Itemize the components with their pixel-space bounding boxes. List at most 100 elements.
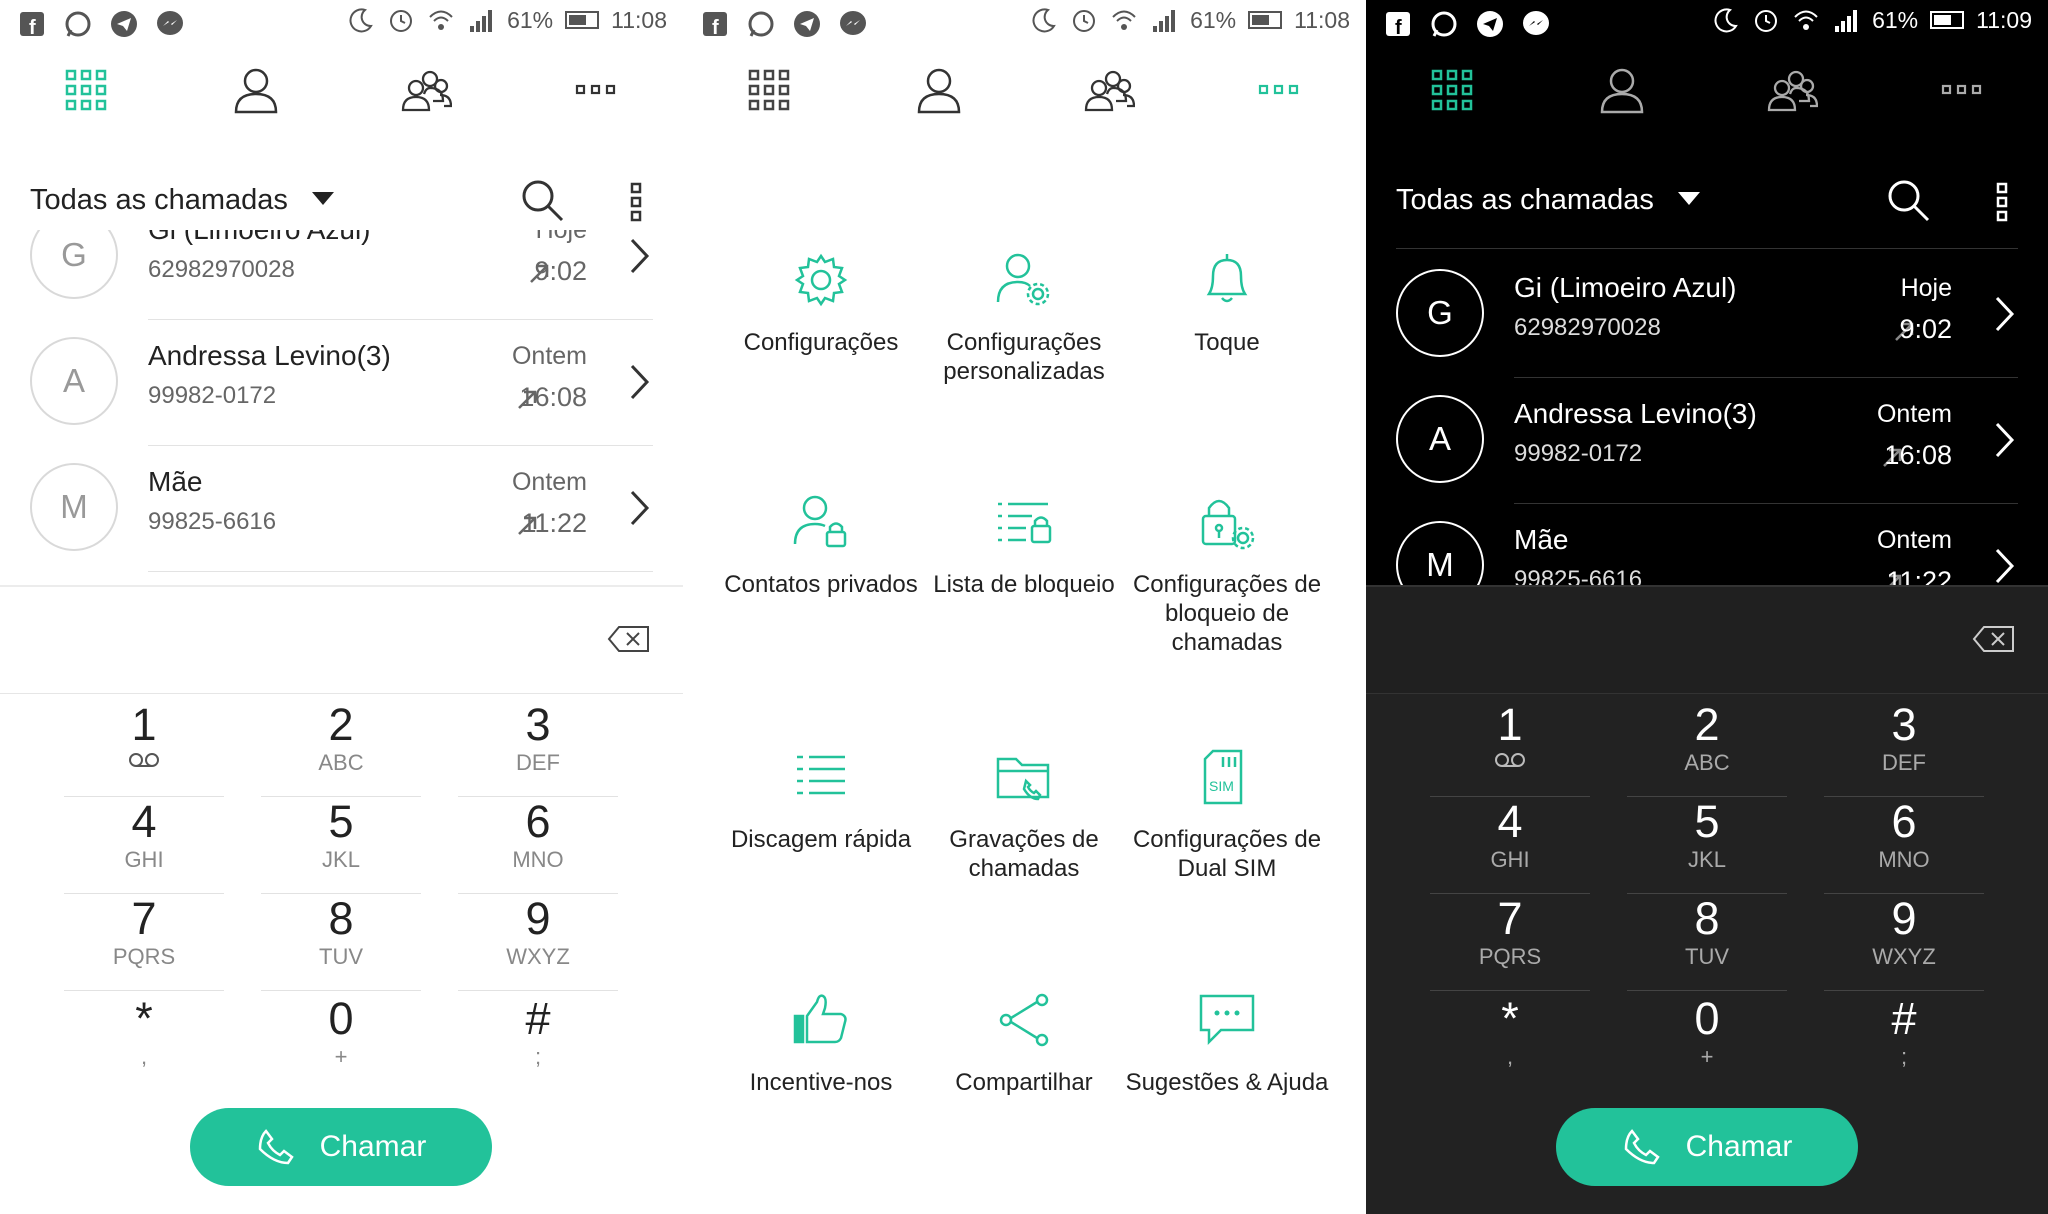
voicemail-icon [129, 753, 159, 767]
search-icon[interactable] [518, 176, 566, 224]
key-4[interactable]: 4 GHI [1430, 797, 1590, 894]
tab-dialer[interactable] [56, 60, 116, 120]
key-9[interactable]: 9 WXYZ [1824, 894, 1984, 991]
contact-number: 62982970028 [1514, 314, 1661, 341]
key-digit: 2 [328, 699, 354, 750]
menu-item-custom-settings[interactable]: Configurações personalizadas [914, 248, 1134, 386]
key-3[interactable]: 3 DEF [458, 700, 618, 797]
key-1[interactable]: 1 [64, 700, 224, 797]
key-divider [458, 990, 618, 991]
call-time: 9:02 [534, 256, 587, 286]
chevron-right-icon[interactable] [627, 488, 653, 528]
overflow-menu-icon[interactable] [626, 180, 646, 224]
menu-item-settings[interactable]: Configurações [711, 248, 931, 357]
key-5[interactable]: 5 JKL [261, 797, 421, 894]
key-hash[interactable]: #; [1824, 994, 1984, 1091]
calls-filter-label[interactable]: Todas as chamadas [1396, 184, 1654, 217]
chevron-right-icon[interactable] [1992, 420, 2018, 460]
backspace-icon[interactable] [607, 625, 651, 653]
call-button-label: Chamar [319, 1130, 427, 1163]
call-button[interactable]: Chamar [190, 1108, 492, 1186]
menu-item-share[interactable]: Compartilhar [914, 988, 1134, 1097]
key-5[interactable]: 5 JKL [1627, 797, 1787, 894]
tab-more[interactable] [1932, 60, 1992, 120]
svg-text:f: f [29, 17, 36, 38]
chevron-right-icon[interactable] [627, 362, 653, 402]
key-7[interactable]: 7 PQRS [64, 894, 224, 991]
tab-dialer[interactable] [1422, 60, 1482, 120]
more-dots-icon [1941, 84, 1982, 95]
calls-filter-label[interactable]: Todas as chamadas [30, 184, 288, 217]
menu-item-dual-sim[interactable]: SIM Configurações de Dual SIM [1117, 745, 1337, 883]
call-time: 16:08 [1884, 440, 1952, 470]
chevron-right-icon[interactable] [1992, 546, 2018, 585]
key-digit: 5 [1694, 796, 1720, 847]
calls-header: Todas as chamadas [30, 176, 663, 226]
key-2[interactable]: 2 ABC [261, 700, 421, 797]
dial-input-field[interactable] [0, 585, 683, 694]
menu-item-block-list[interactable]: Lista de bloqueio [914, 490, 1134, 599]
call-log-row[interactable]: M Mãe 99825-6616 Ontem 11:22 [1396, 504, 2018, 585]
key-6[interactable]: 6 MNO [1824, 797, 1984, 894]
tab-contacts[interactable] [1592, 60, 1652, 120]
menu-item-help[interactable]: Sugestões & Ajuda [1117, 988, 1337, 1097]
dial-input-field[interactable] [1366, 585, 2048, 694]
tab-groups[interactable] [1762, 60, 1822, 120]
key-digit: 9 [1891, 893, 1917, 944]
tab-contacts[interactable] [226, 60, 286, 120]
chevron-right-icon[interactable] [1992, 294, 2018, 334]
tab-groups[interactable] [396, 60, 456, 120]
contact-number: 99825-6616 [148, 508, 277, 535]
call-log-row[interactable]: M Mãe 99825-6616 Ontem 11:22 [30, 446, 653, 572]
key-1[interactable]: 1 [1430, 700, 1590, 797]
menu-label: Configurações [743, 329, 899, 356]
call-log-row[interactable]: A Andressa Levino(3) 99982-0172 Ontem 16… [30, 320, 653, 446]
call-button[interactable]: Chamar [1556, 1108, 1858, 1186]
key-2[interactable]: 2 ABC [1627, 700, 1787, 797]
dropdown-caret-icon[interactable] [312, 192, 334, 205]
key-8[interactable]: 8 TUV [1627, 894, 1787, 991]
call-log-row[interactable]: G Gi (Limoeiro Azul) 62982970028 Hoje 9:… [1396, 252, 2018, 378]
key-6[interactable]: 6 MNO [458, 797, 618, 894]
menu-item-rate-us[interactable]: Incentive-nos [711, 988, 931, 1097]
key-star[interactable]: *, [64, 994, 224, 1091]
menu-label: Incentive-nos [749, 1069, 893, 1096]
list-top-divider [1396, 248, 2018, 249]
key-digit: 0 [1694, 993, 1720, 1044]
key-letters: WXYZ [1872, 944, 1936, 969]
menu-item-private-contacts[interactable]: Contatos privados [711, 490, 931, 599]
key-9[interactable]: 9 WXYZ [458, 894, 618, 991]
search-icon[interactable] [1884, 176, 1932, 224]
key-digit: 2 [1694, 699, 1720, 750]
status-bar: f 61% 11:09 [1366, 0, 2048, 46]
call-log-row[interactable]: A Andressa Levino(3) 99982-0172 Ontem 16… [1396, 378, 2018, 504]
dropdown-caret-icon[interactable] [1678, 192, 1700, 205]
contact-name: Mãe [148, 466, 203, 497]
row-divider [148, 571, 653, 572]
key-8[interactable]: 8 TUV [261, 894, 421, 991]
phone-icon [258, 1129, 294, 1165]
key-star[interactable]: *, [1430, 994, 1590, 1091]
chat-icon [1199, 994, 1255, 1046]
tab-more[interactable] [566, 60, 626, 120]
key-digit: 0 [328, 993, 354, 1044]
backspace-icon[interactable] [1972, 625, 2016, 653]
key-0[interactable]: 0 + [1627, 994, 1787, 1091]
menu-item-call-recordings[interactable]: Gravações de chamadas [914, 745, 1134, 883]
menu-label: Compartilhar [955, 1069, 1093, 1096]
key-letters: MNO [1878, 847, 1930, 872]
dialer-panel-light: f 61% 11:08 Todas as chamadas G Gi (Limo [0, 0, 683, 1214]
key-7[interactable]: 7 PQRS [1430, 894, 1590, 991]
key-4[interactable]: 4 GHI [64, 797, 224, 894]
menu-label: Gravações de chamadas [949, 826, 1099, 882]
menu-item-call-block-settings[interactable]: Configurações de bloqueio de chamadas [1117, 490, 1337, 657]
key-hash[interactable]: #; [458, 994, 618, 1091]
menu-item-ringtone[interactable]: Toque [1117, 248, 1337, 357]
call-time: 11:22 [521, 508, 587, 538]
menu-item-speed-dial[interactable]: Discagem rápida [711, 745, 931, 854]
overflow-menu-icon[interactable] [1992, 180, 2012, 224]
key-0[interactable]: 0 + [261, 994, 421, 1091]
key-3[interactable]: 3 DEF [1824, 700, 1984, 797]
chevron-right-icon[interactable] [627, 236, 653, 276]
call-log-row[interactable]: G Gi (Limoeiro Azul) 62982970028 Hoje 9:… [30, 230, 653, 320]
